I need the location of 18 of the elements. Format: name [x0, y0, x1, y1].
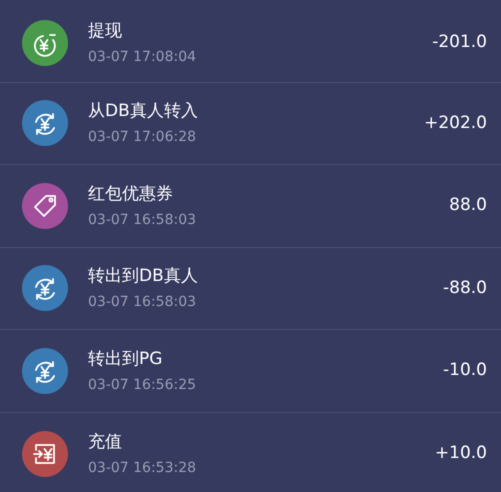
transaction-amount: -10.0	[443, 359, 487, 382]
transaction-title: 红包优惠券	[88, 182, 174, 205]
transaction-time: 03-07 16:53:28	[88, 458, 198, 477]
transaction-title: 转出到PG	[88, 348, 164, 370]
transaction-time: 03-07 16:56:25	[88, 376, 198, 394]
transaction-time: 03-07 17:06:28	[88, 128, 198, 146]
transaction-time: 03-07 16:58:03	[88, 210, 198, 229]
transaction-amount: +202.0	[424, 112, 487, 134]
transaction-title: 提现	[88, 20, 123, 42]
transaction-time: 03-07 16:58:03	[88, 293, 198, 312]
transaction-amount: +10.0	[434, 442, 487, 465]
transaction-title: 充值	[88, 430, 123, 453]
transaction-title: 转出到DB真人	[88, 265, 199, 288]
transaction-amount: -88.0	[443, 276, 487, 300]
transaction-amount: 88.0	[449, 194, 487, 217]
transaction-title: 从DB真人转入	[88, 100, 199, 122]
transaction-amount: -201.0	[432, 31, 487, 54]
transaction-time: 03-07 17:08:04	[88, 48, 198, 66]
